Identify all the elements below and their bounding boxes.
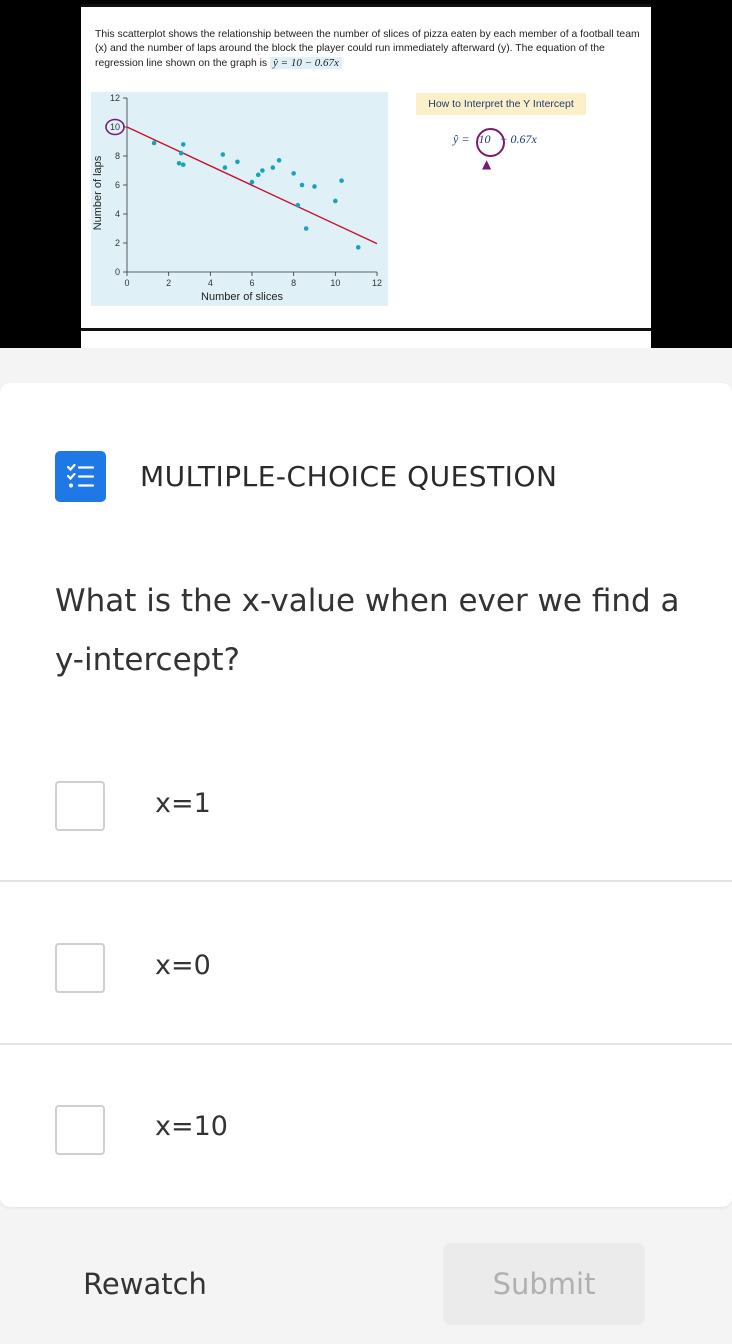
lesson-slide: This scatterplot shows the relationship … — [81, 4, 651, 348]
x-tick-label: 0 — [124, 278, 129, 288]
option-label: x=10 — [155, 1111, 228, 1142]
y-tick-label: 4 — [115, 209, 120, 219]
scatter-point — [222, 165, 228, 170]
chart-background — [91, 92, 388, 306]
interpret-eq-prefix: ŷ = — [453, 132, 470, 146]
scatter-point — [295, 203, 301, 208]
checklist-icon — [55, 451, 106, 502]
scatter-point — [303, 226, 309, 231]
scatter-point — [270, 165, 276, 170]
option-checkbox[interactable] — [55, 943, 105, 993]
scatter-point — [235, 159, 240, 165]
answer-option-1[interactable]: x=1 — [0, 720, 732, 880]
scatter-point — [178, 150, 184, 156]
scatter-point — [276, 158, 282, 163]
intercept-highlight-circle — [476, 128, 505, 157]
scatter-point — [151, 140, 157, 146]
scatter-chart: 0 2 4 6 8 10 12 0 2 4 6 8 10 12 Number of slices Number… — [91, 92, 388, 306]
option-label: x=1 — [155, 788, 211, 819]
x-axis-label: Number of slices — [201, 291, 283, 303]
scatter-point — [180, 162, 186, 167]
y-tick-label: 0 — [115, 267, 120, 277]
scatter-point — [255, 172, 261, 178]
x-tick-label: 2 — [166, 278, 171, 288]
x-tick-label: 6 — [249, 278, 254, 288]
rewatch-button[interactable]: Rewatch — [55, 1243, 235, 1325]
scatter-point — [220, 152, 226, 157]
slide-text: This scatterplot shows the relationship … — [95, 29, 640, 69]
option-checkbox[interactable] — [55, 781, 105, 831]
y-axis-label: Number of laps — [92, 155, 104, 230]
video-player[interactable]: This scatterplot shows the relationship … — [0, 0, 732, 348]
option-checkbox[interactable] — [55, 1105, 105, 1155]
x-tick-label: 8 — [291, 278, 296, 288]
interpret-eq-suffix: − 0.67x — [499, 132, 537, 146]
y-tick-label: 8 — [115, 151, 120, 161]
answer-option-3[interactable]: x=10 — [0, 1045, 732, 1205]
slide-bottom-rule — [81, 328, 651, 331]
x-tick-label: 10 — [330, 278, 340, 288]
scatter-point — [312, 184, 317, 189]
submit-button[interactable]: Submit — [443, 1243, 645, 1325]
slide-top-rule — [81, 4, 651, 7]
scatter-point — [260, 168, 265, 173]
question-text: What is the x-value when ever we find a … — [55, 583, 680, 678]
interpret-title: How to Interpret the Y Intercept — [416, 93, 586, 115]
scatter-point — [339, 178, 344, 183]
x-tick-label: 4 — [208, 278, 213, 288]
option-label: x=0 — [155, 950, 211, 981]
x-tick-label: 12 — [372, 278, 382, 288]
y-tick-label: 12 — [110, 93, 120, 103]
scatter-point — [249, 179, 255, 185]
slide-equation: ŷ = 10 − 0.67x — [270, 57, 342, 69]
question-type-label: MULTIPLE-CHOICE QUESTION — [140, 460, 558, 493]
answer-option-2[interactable]: x=0 — [0, 882, 732, 1042]
scatter-point — [291, 171, 296, 176]
scatter-point — [180, 142, 186, 147]
scatter-chart-svg: 0 2 4 6 8 10 12 0 2 4 6 8 10 12 Number of slices Number… — [91, 92, 388, 306]
y-tick-label: 2 — [115, 238, 120, 248]
y-tick-label: 10 — [110, 122, 120, 132]
scatter-point — [176, 160, 182, 166]
slide-description: This scatterplot shows the relationship … — [95, 28, 640, 71]
scatter-point — [355, 245, 361, 250]
scatter-point — [333, 198, 338, 204]
question-card: MULTIPLE-CHOICE QUESTION What is the x-v… — [0, 383, 732, 1207]
y-tick-label: 6 — [115, 180, 120, 190]
scatter-point — [299, 182, 305, 188]
intercept-arrow-icon: ▲ — [482, 157, 492, 171]
